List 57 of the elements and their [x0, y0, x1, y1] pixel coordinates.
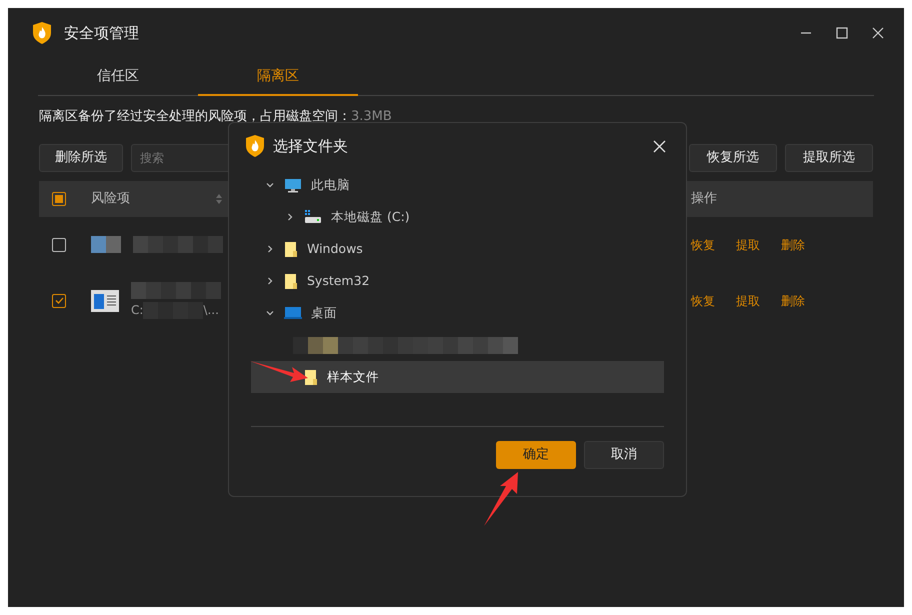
close-icon[interactable]	[653, 140, 666, 152]
quarantine-description: 隔离区备份了经过安全处理的风险项，占用磁盘空间：	[39, 108, 351, 126]
tree-item[interactable]: 本地磁盘 (C:)	[251, 201, 664, 233]
tab[interactable]: 信任区	[38, 58, 198, 96]
checkbox[interactable]	[52, 238, 66, 252]
chevron-right-icon[interactable]	[265, 244, 275, 254]
tree-item-label: 桌面	[311, 304, 337, 322]
annotation-arrow	[484, 472, 520, 526]
folder-icon	[284, 240, 298, 258]
drive-icon	[304, 210, 322, 224]
column-header[interactable]: 风险项	[91, 188, 130, 208]
action-link[interactable]: 提取	[736, 236, 760, 254]
action-link[interactable]: 恢复	[691, 236, 715, 254]
tree-item-label: 本地磁盘 (C:)	[331, 208, 410, 226]
restore-selected-button[interactable]: 恢复所选	[689, 144, 777, 172]
dialog-title: 选择文件夹	[273, 136, 348, 157]
check-icon	[54, 297, 64, 304]
tree-item[interactable]: 样本文件	[251, 361, 664, 393]
folder-icon	[304, 368, 318, 386]
action-link[interactable]: 删除	[781, 236, 805, 254]
close-icon[interactable]	[872, 27, 884, 39]
document-window-icon	[91, 290, 119, 312]
tree-item-label: 样本文件	[327, 368, 379, 386]
window-title: 安全项管理	[64, 22, 139, 44]
path-text: C:	[131, 302, 144, 319]
delete-selected-button[interactable]: 删除所选	[39, 144, 123, 172]
tree-item[interactable]: 此电脑	[251, 169, 664, 201]
tree-item-label: System32	[307, 272, 370, 290]
checkbox[interactable]	[52, 294, 66, 308]
chevron-right-icon[interactable]	[285, 212, 295, 222]
extract-selected-button[interactable]: 提取所选	[785, 144, 873, 172]
tree-item[interactable]: 桌面	[251, 297, 664, 329]
blurred-icon	[91, 236, 121, 253]
tree-item-label: 此电脑	[311, 176, 350, 194]
chevron-right-icon[interactable]	[265, 276, 275, 286]
chevron-down-icon[interactable]	[265, 308, 275, 318]
cancel-button[interactable]: 取消	[584, 441, 664, 469]
confirm-button[interactable]: 确定	[496, 441, 576, 469]
action-link[interactable]: 恢复	[691, 292, 715, 310]
shield-logo-icon	[32, 21, 52, 45]
tree-item-label: Windows	[307, 240, 363, 258]
checkbox[interactable]	[52, 192, 66, 206]
shield-logo-icon	[245, 134, 265, 158]
chevron-down-icon[interactable]	[265, 180, 275, 190]
path-text: \...	[203, 302, 219, 319]
folder-icon	[284, 272, 298, 290]
maximize-icon[interactable]	[836, 27, 848, 39]
action-link[interactable]: 删除	[781, 292, 805, 310]
annotation-arrow	[250, 361, 308, 383]
desktop-icon	[284, 306, 302, 320]
tree-item[interactable]: System32	[251, 265, 664, 297]
disk-usage-value: 3.3MB	[351, 108, 392, 126]
monitor-icon	[284, 178, 302, 192]
action-link[interactable]: 提取	[736, 292, 760, 310]
tab[interactable]: 隔离区	[198, 58, 358, 96]
column-header: 操作	[691, 190, 718, 208]
tree-item[interactable]: Windows	[251, 233, 664, 265]
